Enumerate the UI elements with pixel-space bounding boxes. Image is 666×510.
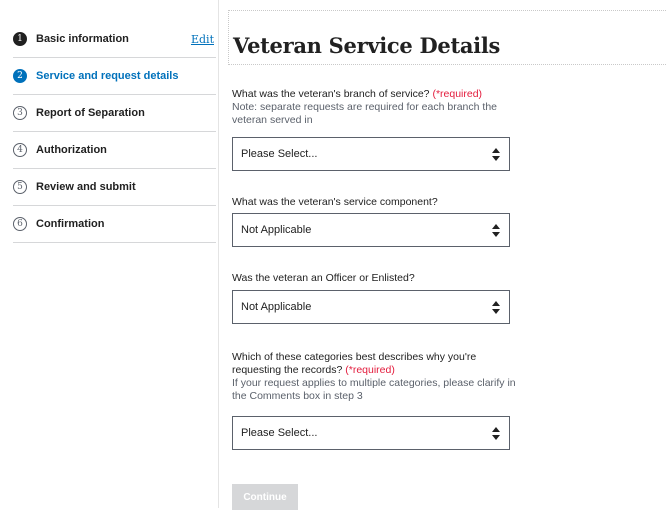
step-number: 2 — [13, 69, 27, 83]
category-question: Which of these categories best describes… — [232, 351, 517, 403]
step-number: 1 — [13, 32, 27, 46]
officer-question: Was the veteran an Officer or Enlisted? — [232, 272, 517, 285]
officer-question-label: Was the veteran an Officer or Enlisted? — [232, 272, 415, 284]
step-label: Service and request details — [36, 70, 179, 82]
officer-select-value: Not Applicable — [241, 301, 312, 313]
sort-arrows-icon — [492, 301, 500, 314]
continue-button[interactable]: Continue — [232, 484, 298, 510]
step-number: 3 — [13, 106, 27, 120]
category-select-value: Please Select... — [241, 427, 318, 439]
step-number: 5 — [13, 180, 27, 194]
category-note: If your request applies to multiple cate… — [232, 377, 516, 402]
required-marker: (*required) — [345, 364, 395, 376]
page-title: Veteran Service Details — [233, 33, 501, 58]
step-label: Confirmation — [36, 218, 105, 230]
step-number: 6 — [13, 217, 27, 231]
edit-link[interactable]: Edit — [191, 33, 214, 46]
step-confirmation: 6 Confirmation — [13, 206, 216, 243]
sort-arrows-icon — [492, 148, 500, 161]
step-review-and-submit: 5 Review and submit — [13, 169, 216, 206]
component-select[interactable]: Not Applicable — [232, 213, 510, 247]
branch-question-label: What was the veteran's branch of service… — [232, 88, 430, 100]
sort-arrows-icon — [492, 427, 500, 440]
step-report-of-separation: 3 Report of Separation — [13, 95, 216, 132]
branch-select[interactable]: Please Select... — [232, 137, 510, 171]
step-sidebar: 1 Basic information Edit 2 Service and r… — [0, 0, 219, 508]
category-select[interactable]: Please Select... — [232, 416, 510, 450]
sort-arrows-icon — [492, 224, 500, 237]
component-select-value: Not Applicable — [241, 224, 312, 236]
branch-question: What was the veteran's branch of service… — [232, 88, 517, 127]
step-label: Basic information — [36, 33, 129, 45]
component-question: What was the veteran's service component… — [232, 196, 517, 209]
required-marker: (*required) — [432, 88, 483, 100]
step-number: 4 — [13, 143, 27, 157]
step-authorization: 4 Authorization — [13, 132, 216, 169]
branch-select-value: Please Select... — [241, 148, 318, 160]
officer-select[interactable]: Not Applicable — [232, 290, 510, 324]
component-question-label: What was the veteran's service component… — [232, 196, 438, 208]
step-service-and-request-details: 2 Service and request details — [13, 58, 216, 95]
branch-note: Note: separate requests are required for… — [232, 101, 497, 126]
step-basic-information: 1 Basic information Edit — [13, 21, 216, 58]
step-label: Authorization — [36, 144, 107, 156]
step-label: Report of Separation — [36, 107, 145, 119]
step-label: Review and submit — [36, 181, 136, 193]
